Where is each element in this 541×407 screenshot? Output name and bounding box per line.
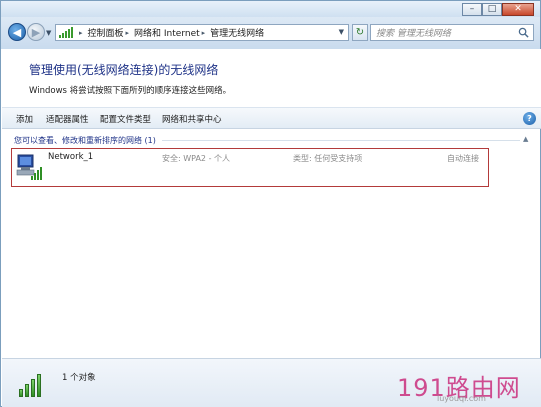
breadcrumb-network-internet[interactable]: 网络和 Internet [134,26,200,39]
group-divider [162,140,520,141]
page-title: 管理使用(无线网络连接)的无线网络 [29,63,219,77]
breadcrumb-manage-wireless[interactable]: 管理无线网络 [210,26,264,39]
page-description: Windows 将尝试按照下面所列的顺序连接这些网络。 [29,86,232,96]
adapter-properties-button[interactable]: 适配器属性 [46,113,89,125]
search-input[interactable]: 搜索 管理无线网络 [370,24,534,41]
forward-button[interactable]: ▶ [27,23,45,41]
command-bar: 添加 适配器属性 配置文件类型 网络和共享中心 ? [2,107,541,129]
close-button[interactable]: ✕ [502,3,534,16]
breadcrumb-separator-icon: ▸ [79,28,83,37]
page-header: 管理使用(无线网络连接)的无线网络 Windows 将尝试按照下面所列的顺序连接… [2,49,541,107]
minimize-button[interactable]: – [462,3,482,16]
network-name: Network_1 [48,152,94,162]
breadcrumb-separator-icon[interactable]: ▸ [126,29,130,37]
network-type: 类型: 任何受支持项 [293,154,363,163]
search-placeholder: 搜索 管理无线网络 [376,29,451,39]
title-bar: – □ ✕ [1,1,540,17]
item-count: 1 个对象 [62,373,96,383]
address-dropdown-icon[interactable]: ▼ [339,28,344,36]
wireless-signal-icon [59,27,73,38]
group-header: 您可以查看、修改和重新排序的网络 (1) [14,136,156,145]
recent-pages-dropdown-icon[interactable]: ▼ [46,29,51,37]
maximize-button[interactable]: □ [482,3,502,16]
wireless-signal-icon [19,369,47,397]
network-sharing-center-button[interactable]: 网络和共享中心 [162,113,222,125]
breadcrumb-separator-icon[interactable]: ▸ [202,29,206,37]
collapse-chevron-icon[interactable]: ▲ [523,135,528,143]
window-controls: – □ ✕ [462,3,534,16]
network-connect-mode: 自动连接 [447,154,479,163]
watermark-domain: luyouqi.com [437,394,486,403]
network-security: 安全: WPA2 - 个人 [162,154,230,163]
breadcrumb-control-panel[interactable]: 控制面板 [88,26,124,39]
help-icon[interactable]: ? [523,112,536,125]
address-bar[interactable]: ▸ 控制面板 ▸ 网络和 Internet ▸ 管理无线网络 ▼ [55,24,349,41]
refresh-button[interactable]: ↻ [352,24,368,41]
add-button[interactable]: 添加 [16,113,33,125]
network-list-item[interactable]: Network_1 安全: WPA2 - 个人 类型: 任何受支持项 自动连接 [11,148,489,187]
navigation-bar: ◀ ▶ ▼ ▸ 控制面板 ▸ 网络和 Internet ▸ 管理无线网络 ▼ ↻… [1,17,540,49]
profile-types-button[interactable]: 配置文件类型 [100,113,151,125]
wireless-network-icon [16,154,42,180]
back-button[interactable]: ◀ [8,23,26,41]
search-icon[interactable] [518,27,529,38]
window: – □ ✕ ◀ ▶ ▼ ▸ 控制面板 ▸ 网络和 Internet ▸ 管理无线… [0,0,541,407]
